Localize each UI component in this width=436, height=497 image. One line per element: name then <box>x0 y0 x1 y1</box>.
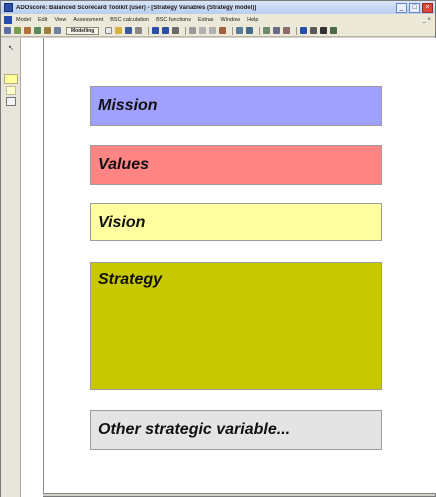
chart-icon[interactable] <box>330 27 338 34</box>
menu-help[interactable]: Help <box>247 17 258 23</box>
vision-box[interactable]: Vision <box>90 203 382 241</box>
open-icon[interactable] <box>115 27 123 34</box>
properties-icon[interactable] <box>172 27 180 34</box>
app-window: ADOscore: Balanced Scorecard Toolkit (us… <box>0 0 436 497</box>
menu-edit[interactable]: Edit <box>38 17 47 23</box>
layout-icon[interactable] <box>273 27 281 34</box>
menu-bsc-functions[interactable]: BSC functions <box>156 17 191 23</box>
pointer-tool-icon[interactable]: ↖ <box>8 44 14 52</box>
cut-icon[interactable] <box>199 27 207 34</box>
toolbar-assessment-icon[interactable] <box>24 27 31 34</box>
object-palette: ↖ <box>1 38 21 497</box>
mode-selector[interactable]: Modelling <box>66 26 100 35</box>
toolbar-calc-icon[interactable] <box>34 27 41 34</box>
new-icon[interactable] <box>105 27 113 34</box>
toolbar-model-icon[interactable] <box>4 27 11 34</box>
toolbar-separator <box>148 26 150 35</box>
undo-icon[interactable] <box>189 27 197 34</box>
note-tool-icon[interactable] <box>6 86 16 95</box>
values-box[interactable]: Values <box>90 145 382 185</box>
document-icon[interactable] <box>4 15 12 24</box>
toolbar-tree-icon[interactable] <box>44 27 51 34</box>
toolbar-edit-icon[interactable] <box>14 27 21 34</box>
copy-icon[interactable] <box>209 27 217 34</box>
toolbar-separator <box>259 26 261 35</box>
back-arrow-icon[interactable] <box>152 27 160 34</box>
toolbar-separator <box>296 26 298 35</box>
menu-model[interactable]: Model <box>16 17 31 23</box>
other-strategic-variable-label: Other strategic variable... <box>98 421 291 438</box>
toolbar-separator <box>185 26 187 35</box>
mission-label: Mission <box>98 97 158 114</box>
frame-icon[interactable] <box>310 27 318 34</box>
find-icon[interactable] <box>320 27 328 34</box>
box-tool-icon[interactable] <box>6 97 16 106</box>
strategy-label: Strategy <box>98 271 163 288</box>
close-button[interactable]: × <box>422 2 433 13</box>
menu-extras[interactable]: Extras <box>198 17 214 23</box>
mission-box[interactable]: Mission <box>90 86 382 126</box>
minimize-button[interactable]: _ <box>396 2 407 13</box>
menu-bsc-calculation[interactable]: BSC calculation <box>110 17 149 23</box>
menu-bar: Model Edit View Assessment BSC calculati… <box>1 14 435 25</box>
window-title: ADOscore: Balanced Scorecard Toolkit (us… <box>16 4 257 11</box>
print-icon[interactable] <box>135 27 143 34</box>
values-label: Values <box>98 156 149 173</box>
toolbar-separator <box>232 26 234 35</box>
other-strategic-variable-box[interactable]: Other strategic variable... <box>90 410 382 450</box>
table-icon[interactable] <box>246 27 254 34</box>
menu-assessment[interactable]: Assessment <box>73 17 103 23</box>
save-icon[interactable] <box>125 27 133 34</box>
grid-icon[interactable] <box>236 27 244 34</box>
menu-view[interactable]: View <box>54 17 66 23</box>
model-canvas[interactable]: Mission Values Vision Strategy Other str… <box>43 38 436 494</box>
mdi-window-controls[interactable]: _ × <box>422 17 431 23</box>
app-icon <box>4 3 13 12</box>
vision-label: Vision <box>98 214 146 231</box>
zoom-icon[interactable] <box>263 27 271 34</box>
toolbar: Modelling <box>1 25 435 37</box>
strategy-box[interactable]: Strategy <box>90 262 382 390</box>
toolbar-settings-icon[interactable] <box>54 27 61 34</box>
view-icon[interactable] <box>283 27 291 34</box>
add-icon[interactable] <box>300 27 308 34</box>
paste-icon[interactable] <box>219 27 227 34</box>
menu-window[interactable]: Window <box>221 17 241 23</box>
title-bar[interactable]: ADOscore: Balanced Scorecard Toolkit (us… <box>1 1 435 14</box>
canvas-margin <box>21 38 43 497</box>
strategy-variable-tool-icon[interactable] <box>4 74 18 84</box>
forward-arrow-icon[interactable] <box>162 27 170 34</box>
maximize-button[interactable]: □ <box>409 2 420 13</box>
